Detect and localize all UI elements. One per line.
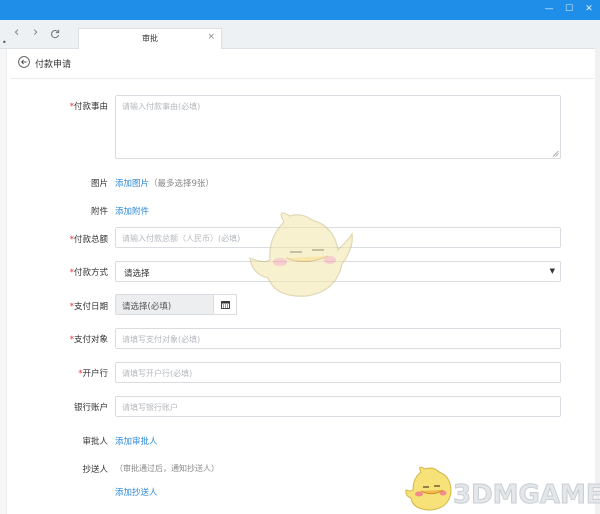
maximize-button[interactable]: ☐ [564,3,574,15]
amount-placeholder: 请输入付款总额（人民币）(必填) [122,234,241,243]
scrollbar[interactable] [595,48,600,514]
brand-watermark: 3DMGAME [405,462,600,514]
resize-grip-icon[interactable] [552,150,559,157]
back-arrow-icon[interactable] [18,56,30,68]
side-mark: • [2,38,7,47]
window-titlebar: — ☐ ✕ [0,0,600,20]
approver-label: 审批人 [82,437,108,447]
tab-close-icon[interactable]: × [207,32,215,42]
account-label: 银行账户 [73,403,108,413]
bank-placeholder: 请填写开户行(必填) [122,369,193,378]
mascot-watermark-icon [249,212,353,297]
reason-placeholder: 请输入付款事由(必填) [122,102,201,111]
add-images-row: 添加图片（最多选择9张） [115,177,214,189]
calendar-button[interactable] [213,294,237,315]
close-window-button[interactable]: ✕ [584,3,594,15]
amount-label: *付款总额 [69,235,108,245]
date-value: 请选择(必填) [122,302,172,312]
account-placeholder: 请填写银行账户 [122,403,178,412]
cc-hint: （审批通过后，通知抄送人） [115,464,219,473]
payee-label: *支付对象 [69,335,108,345]
payee-placeholder: 请填写支付对象(必填) [122,335,201,344]
method-selected: 请选择 [124,269,150,279]
mascot-logo-icon [405,466,452,511]
back-nav-icon[interactable]: ‹ [14,26,19,40]
date-input[interactable]: 请选择(必填) [115,294,214,315]
page-header: 付款申请 [10,49,594,79]
dropdown-arrow-icon: ▼ [549,267,555,275]
left-panel [0,49,7,514]
add-approver-link[interactable]: 添加审批人 [115,435,158,447]
minimize-button[interactable]: — [544,3,554,15]
tab-title: 审批 [142,34,158,43]
forward-nav-icon[interactable]: › [33,26,38,40]
images-label: 图片 [90,179,108,189]
date-label: *支付日期 [69,302,108,312]
bank-input[interactable]: 请填写开户行(必填) [115,362,561,383]
tab-approval[interactable]: 审批 × [78,28,222,49]
add-attachments-link[interactable]: 添加附件 [115,205,149,217]
attachments-label: 附件 [90,207,108,217]
method-label: *付款方式 [69,268,108,278]
brand-text: 3DMGAME [453,480,600,511]
bank-label: *开户行 [78,369,108,379]
reason-textarea[interactable]: 请输入付款事由(必填) [115,95,561,159]
account-input[interactable]: 请填写银行账户 [115,396,561,417]
calendar-icon [221,301,230,309]
payee-input[interactable]: 请填写支付对象(必填) [115,328,561,349]
add-images-link[interactable]: 添加图片 [115,179,149,189]
cc-label: 抄送人 [82,465,108,475]
reason-label: *付款事由 [69,102,108,112]
images-hint: （最多选择9张） [149,179,214,189]
page-title: 付款申请 [35,60,72,70]
refresh-icon[interactable] [50,29,60,39]
window-controls: — ☐ ✕ [544,3,594,15]
add-cc-link[interactable]: 添加抄送人 [115,486,158,498]
